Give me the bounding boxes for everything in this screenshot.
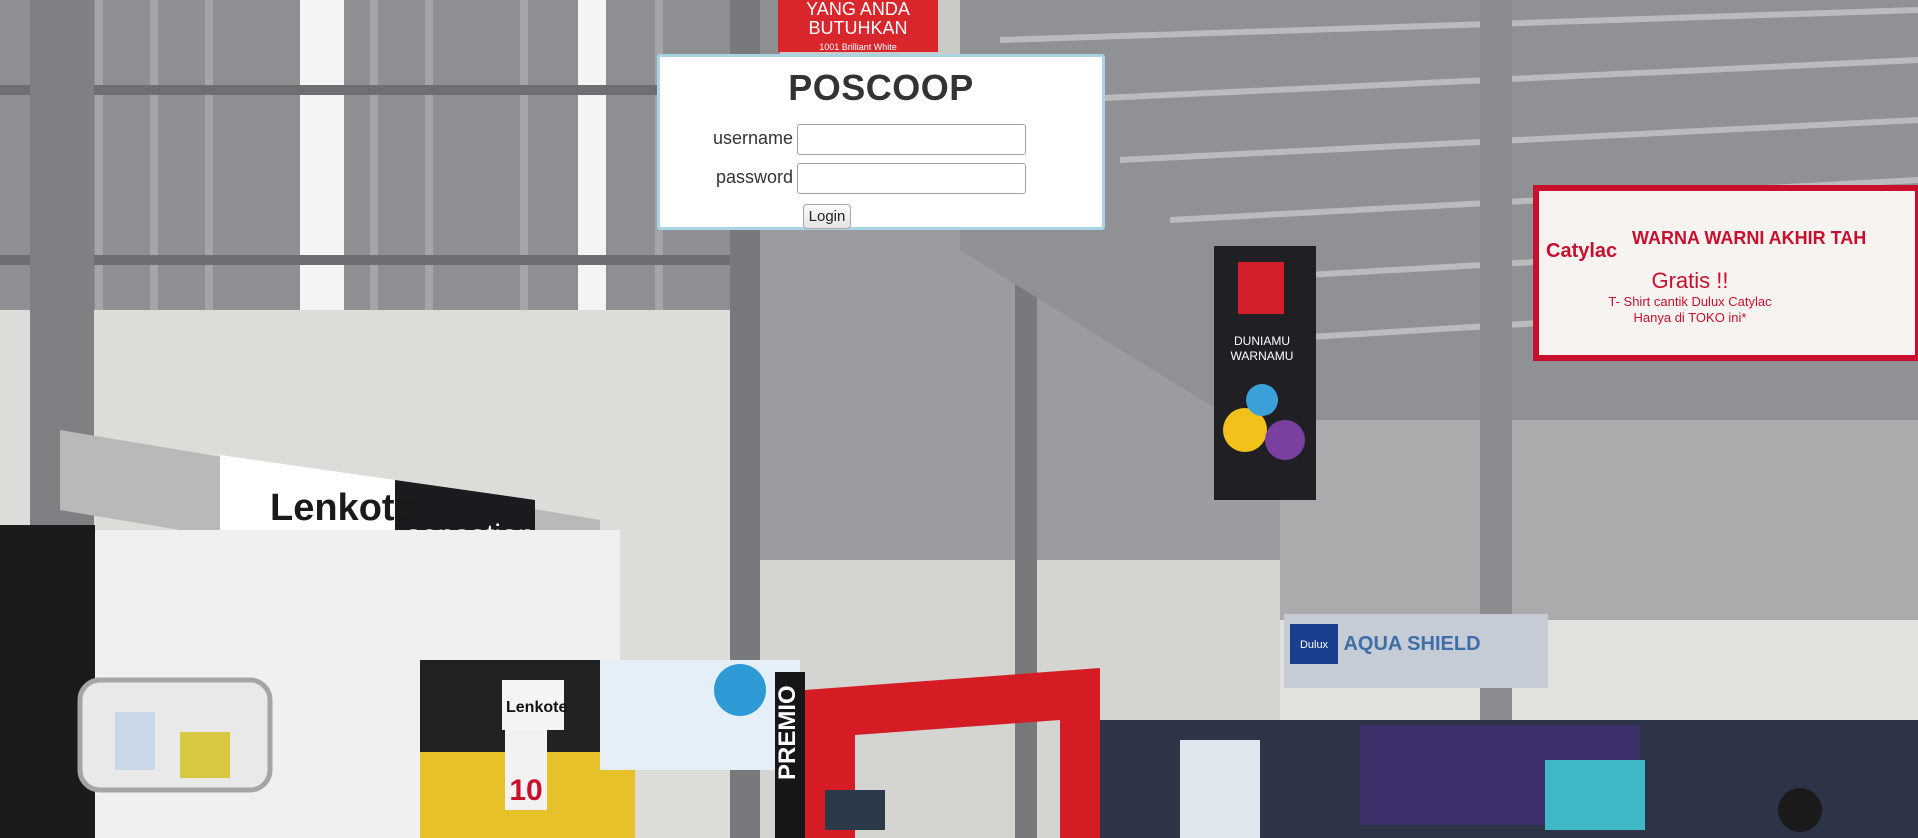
lenkote-brand-text: Lenkote [270, 487, 416, 529]
catylac-line-text: Hanya di TOKO ini* [1634, 310, 1747, 325]
nippon-banner-text: DUNIAMU [1234, 334, 1290, 348]
catylac-brand-text: Catylac [1546, 240, 1617, 262]
username-label: username [712, 128, 793, 148]
small-lenkote-text: Lenkote [506, 699, 567, 716]
catylac-line-text: T- Shirt cantik Dulux Catylac [1608, 294, 1772, 309]
discount-text: 10 [509, 774, 542, 807]
catylac-gratis-text: Gratis !! [1651, 268, 1728, 293]
login-title: POSCOOP [788, 67, 974, 108]
password-input[interactable] [797, 163, 1026, 194]
login-panel: POSCOOP username password Login [657, 54, 1105, 230]
banner-top-text: 1001 Brilliant White [819, 42, 897, 52]
premio-brand-text: PREMIO [774, 685, 801, 780]
username-input[interactable] [797, 124, 1026, 155]
nippon-banner-text: WARNAMU [1231, 349, 1294, 363]
banner-top-text: BUTUHKAN [808, 18, 907, 38]
password-label: password [715, 167, 793, 187]
login-button[interactable]: Login [803, 204, 851, 229]
dulux-brand-text: Dulux [1300, 639, 1329, 651]
banner-top-text: YANG ANDA [806, 0, 910, 19]
catylac-headline-text: WARNA WARNI AKHIR TAH [1632, 228, 1866, 248]
aqua-shield-text: AQUA SHIELD [1343, 633, 1480, 655]
